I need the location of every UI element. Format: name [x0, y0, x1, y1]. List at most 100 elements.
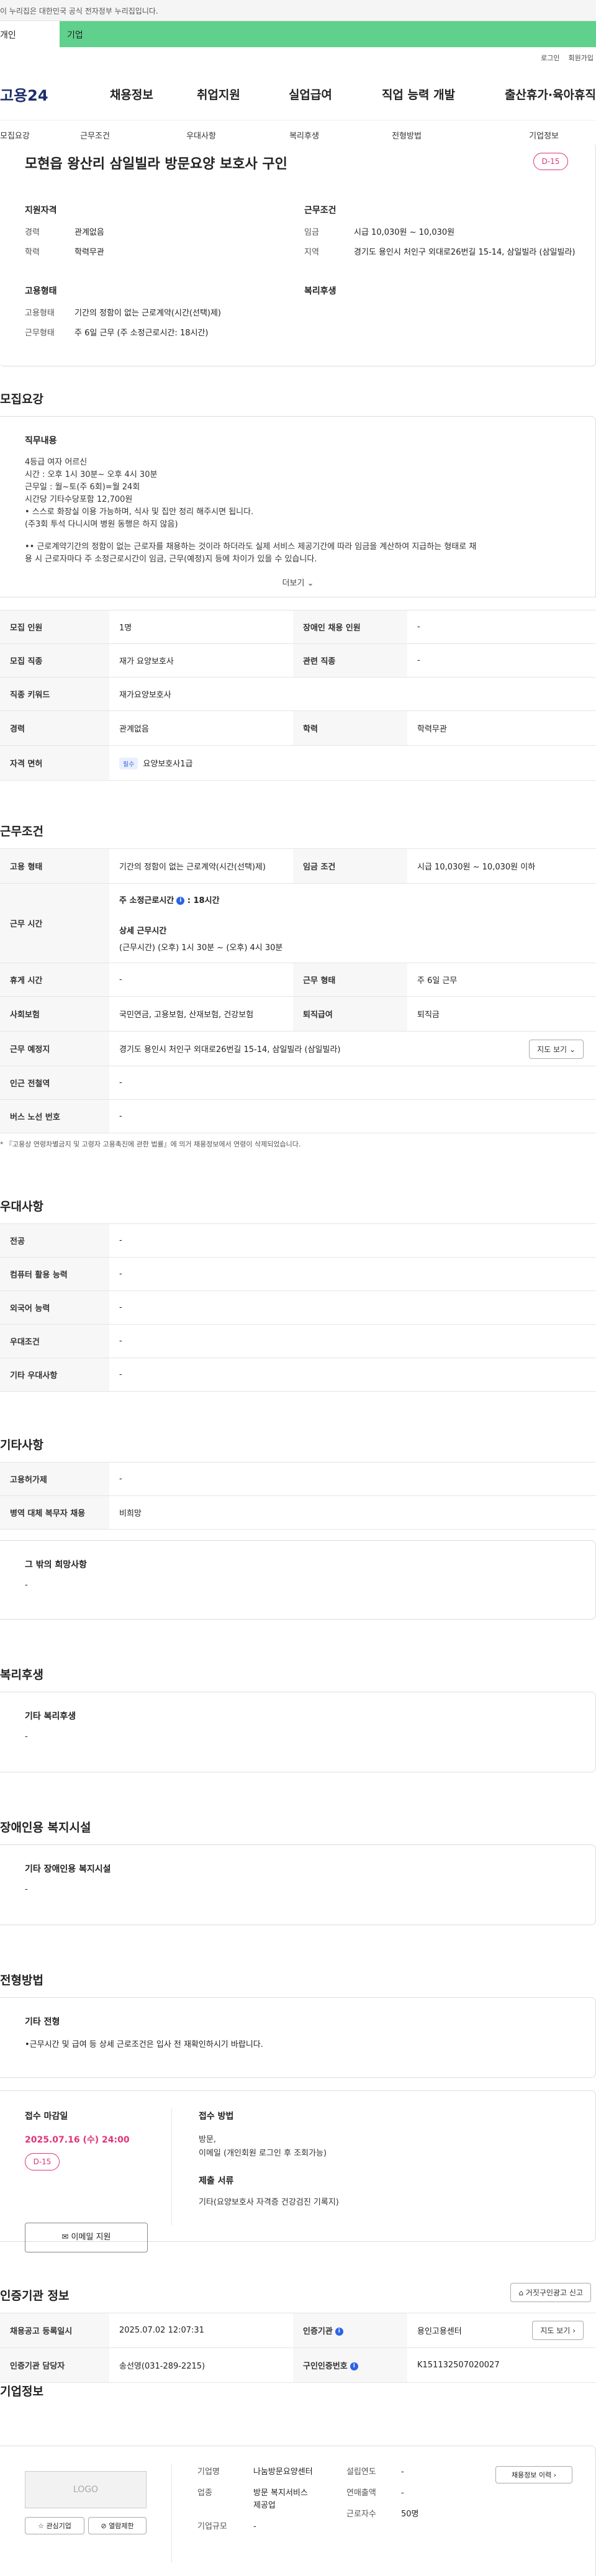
selection-section-title: 전형방법: [0, 1974, 43, 1987]
conditions-table: 고용 형태 기간의 정함이 없는 근로계약(시간(선택)제) 임금 조건 시급 10…: [0, 848, 596, 1133]
deadline-block: 접수 마감일 2025.07.16 (수) 24:00 D-15: [25, 2110, 130, 2170]
auth-section-title: 인증기관 정보: [0, 2289, 70, 2303]
qual-career-value: 관계없음: [74, 228, 104, 237]
subnav-welfare[interactable]: 복리후생: [248, 129, 360, 141]
employment-form-title: 고용형태: [25, 286, 57, 296]
prefer-table: 전공 - 컴퓨터 활용 능력 - 외국어 능력 - 우대조건 - 기타 우대사항 -: [0, 1223, 596, 1392]
table-row: 근무 시간 주 소정근로시간 i : 18시간 상세 근무시간 (근무시간) (오…: [0, 883, 596, 963]
table-row: 자격 면허 필수 요양보호사1급: [0, 745, 596, 781]
welfare-box-title: 기타 복리후생: [25, 1712, 76, 1721]
job-history-button[interactable]: 채용정보 이력 ›: [495, 2466, 572, 2483]
table-row: 채용공고 등록일시 2025.07.02 12:07:31 인증기관 i 용인고용센…: [0, 2313, 596, 2348]
subnav-company[interactable]: 기업정보: [453, 129, 559, 141]
info-icon[interactable]: i: [176, 897, 185, 905]
chevron-right-icon: ›: [572, 2326, 576, 2335]
login-link[interactable]: 로그인: [541, 53, 559, 63]
etc-table: 고용허가제 - 병역 대체 복무자 채용 비희망: [0, 1462, 596, 1530]
table-row: 병역 대체 복무자 채용 비희망: [0, 1495, 596, 1530]
site-logo[interactable]: 고용24: [0, 83, 110, 105]
table-row: 기타 우대사항 -: [0, 1358, 596, 1392]
false-ad-report-button[interactable]: ⌂ 거짓구인광고 신고: [510, 2283, 591, 2302]
signup-link[interactable]: 회원가입: [569, 53, 594, 63]
dday-badge: D-15: [533, 153, 568, 170]
table-row: 전공 -: [0, 1223, 596, 1258]
qualification-title: 지원자격: [25, 206, 57, 215]
license-value: 요양보호사1급: [143, 759, 193, 769]
chevron-down-icon: ⌄: [569, 1045, 576, 1054]
docs-title: 제출 서류: [199, 2176, 234, 2186]
block-view-button[interactable]: ⊘ 열람제한: [88, 2517, 147, 2534]
table-row: 근무 예정지 경기도 용인시 처인구 외대로26번길 15-14, 삼일빌라 (…: [0, 1031, 596, 1066]
method-item: 방문,: [199, 2135, 217, 2144]
etc-section-title: 기타사항: [0, 1438, 43, 1452]
application-box: 접수 마감일 2025.07.16 (수) 24:00 D-15 접수 방법 방…: [0, 2090, 596, 2252]
prefer-section-title: 우대사항: [0, 1200, 43, 1213]
work-place-value: 경기도 용인시 처인구 외대로26번길 15-14, 삼일빌라 (삼일빌라): [119, 1045, 341, 1054]
required-badge: 필수: [119, 757, 138, 769]
form-type-value: 기간의 정함이 없는 근로계약(시간(선택)제): [74, 309, 222, 318]
wish-title: 그 밖의 희망사항: [25, 1560, 87, 1570]
cond-region-label: 지역: [304, 248, 319, 257]
nav-jobs[interactable]: 채용정보: [110, 86, 197, 102]
selection-box-title: 기타 전형: [25, 2017, 60, 2027]
table-row: 휴게 시간 - 근무 형태 주 6일 근무: [0, 963, 596, 997]
subnav-recruit[interactable]: 모집요강: [0, 129, 36, 141]
table-row: 우대조건 -: [0, 1324, 596, 1358]
agency-map-button[interactable]: 지도 보기 ›: [532, 2321, 584, 2340]
cond-wage-label: 임금: [304, 228, 319, 237]
nav-parental-leave[interactable]: 출산휴가·육아휴직: [505, 86, 596, 102]
company-section-title: 기업정보: [0, 2385, 43, 2398]
more-button[interactable]: 더보기 ⌄: [0, 576, 596, 588]
table-row: 인증기관 담당자 송선영(031-289-2215) 구인인증번호 i K15113…: [0, 2347, 596, 2383]
employment-form-block: 고용형태 고용형태 기간의 정함이 없는 근로계약(시간(선택)제) 근무형태 주 …: [25, 284, 298, 348]
subnav-preference[interactable]: 우대사항: [154, 129, 248, 141]
welfare-box: 기타 복리후생 -: [0, 1692, 596, 1772]
company-logo: LOGO: [25, 2471, 147, 2508]
selection-box-value: •근무시간 및 급여 등 상세 근로조건은 입사 전 재확인하시기 바랍니다.: [25, 2040, 263, 2049]
disability-box-title: 기타 장애인용 복지시설: [25, 1864, 111, 1874]
mail-icon: ✉: [61, 2233, 69, 2242]
method-title: 접수 방법: [199, 2111, 234, 2121]
qual-career-label: 경력: [25, 228, 40, 237]
conditions-section-title: 근무조건: [0, 825, 43, 838]
recruit-table: 모집 인원 1명 장애인 채용 인원 - 모집 직종 재가 요양보호사 관련 직종 - …: [0, 610, 596, 781]
top-links: 로그인 회원가입: [0, 47, 596, 68]
disability-section-title: 장애인용 복지시설: [0, 1821, 91, 1834]
info-icon[interactable]: i: [335, 2328, 343, 2336]
nav-employment-support[interactable]: 취업지원: [197, 86, 289, 102]
method-block: 접수 방법 방문, 이메일 (개인회원 로그인 후 조회가능) 제출 서류 기타…: [199, 2110, 571, 2207]
email-apply-button[interactable]: ✉ 이메일 지원: [25, 2223, 148, 2252]
selection-box: 기타 전형 •근무시간 및 급여 등 상세 근로조건은 입사 전 재확인하시기 …: [0, 1997, 596, 2078]
table-row: 외국어 능력 -: [0, 1290, 596, 1325]
map-view-button[interactable]: 지도 보기 ⌄: [529, 1040, 584, 1059]
info-icon[interactable]: i: [350, 2362, 358, 2370]
chevron-right-icon: ›: [553, 2471, 557, 2479]
table-row: 고용허가제 -: [0, 1462, 596, 1496]
nav-vocational-training[interactable]: 직업 능력 개발: [382, 86, 505, 102]
table-row: 컴퓨터 활용 능력 -: [0, 1257, 596, 1291]
table-row: 사회보험 국민연금, 고용보험, 산재보험, 건강보험 퇴직급여 퇴직금: [0, 996, 596, 1032]
table-row: 버스 노선 번호 -: [0, 1099, 596, 1133]
nav-unemployment-benefits[interactable]: 실업급여: [289, 86, 382, 102]
deadline-title: 접수 마감일: [25, 2111, 68, 2121]
subnav-conditions[interactable]: 근무조건: [36, 129, 154, 141]
duty-box: 직무내용 4등급 여자 어르신 시간 : 오후 1시 30분~ 오후 4시 30…: [0, 416, 596, 597]
qualification-block: 지원자격 경력 관계없음 학력 학력무관: [25, 204, 286, 267]
tab-company[interactable]: 기업: [60, 21, 596, 47]
interest-company-button[interactable]: ☆ 관심기업: [25, 2517, 84, 2534]
gov-banner-text: 이 누리집은 대한민국 공식 전자정부 누리집입니다.: [0, 7, 158, 16]
qual-education-label: 학력: [25, 248, 40, 257]
deadline-dday-badge: D-15: [25, 2153, 60, 2170]
duty-description: 4등급 여자 어르신 시간 : 오후 1시 30분~ 오후 4시 30분 근무일…: [25, 458, 477, 564]
recruit-section-title: 모집요강: [0, 392, 43, 406]
form-workform-label: 근무형태: [25, 329, 55, 338]
welfare-summary-title: 복리후생: [304, 286, 336, 296]
welfare-section-title: 복리후생: [0, 1668, 43, 1682]
deadline-value: 2025.07.16 (수) 24:00: [25, 2135, 130, 2145]
disability-box-value: -: [25, 1885, 28, 1894]
conditions-block: 근무조건 임금 시급 10,030원 ~ 10,030원 지역 경기도 용인시 처인…: [304, 204, 577, 267]
user-type-tabs: 개인 기업: [0, 21, 596, 47]
tab-person[interactable]: 개인: [0, 21, 60, 47]
table-row: 직종 키워드 재가요양보호사: [0, 677, 596, 711]
subnav-selection[interactable]: 전형방법: [360, 129, 453, 141]
